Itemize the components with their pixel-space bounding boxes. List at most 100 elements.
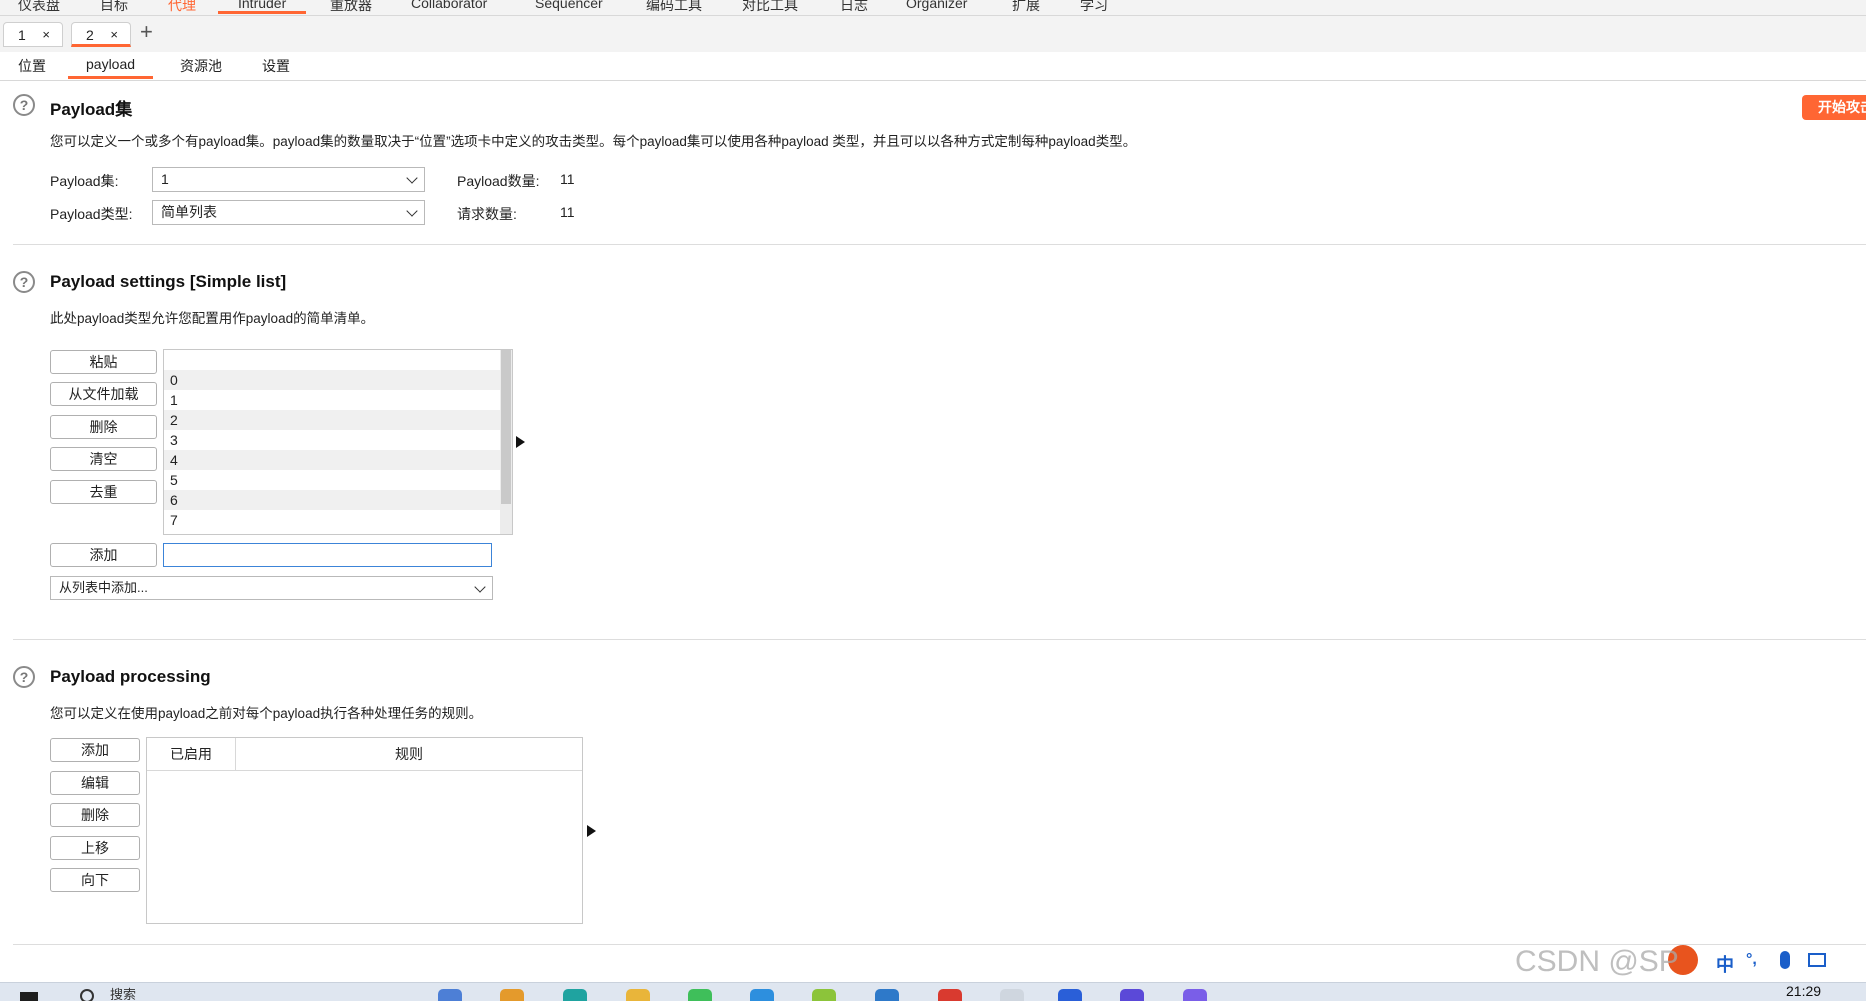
add-payload-input[interactable]: [163, 543, 492, 567]
vs-icon[interactable]: [1183, 989, 1207, 1001]
wps-icon[interactable]: [938, 989, 962, 1001]
request-count-value: 11: [560, 204, 575, 220]
move-up-button[interactable]: 上移: [50, 836, 140, 860]
payload-set-select[interactable]: 1: [152, 167, 425, 192]
list-item[interactable]: 4: [164, 450, 500, 470]
chrome-icon[interactable]: [500, 989, 524, 1001]
pdf-icon[interactable]: [1058, 989, 1082, 1001]
expand-arrow-icon[interactable]: [516, 436, 525, 448]
rules-table[interactable]: 已启用 规则: [146, 737, 583, 924]
menu-target[interactable]: 目标: [100, 0, 128, 15]
menu-organizer[interactable]: Organizer: [906, 0, 967, 11]
tab-resource-pool[interactable]: 资源池: [162, 56, 240, 80]
maps-icon[interactable]: [750, 989, 774, 1001]
chevron-down-icon: [406, 172, 418, 184]
payload-settings-title: Payload settings [Simple list]: [50, 272, 287, 291]
instance-tab-2[interactable]: 2 ×: [71, 22, 131, 47]
add-from-list-select[interactable]: 从列表中添加...: [50, 576, 493, 600]
list-scrollbar[interactable]: [500, 350, 512, 534]
instance-tab-1[interactable]: 1 ×: [3, 22, 63, 47]
payload-processing-title: Payload processing: [50, 667, 211, 686]
clear-button[interactable]: 清空: [50, 447, 157, 471]
scrollbar-thumb[interactable]: [501, 350, 511, 504]
chevron-down-icon: [406, 205, 418, 217]
menu-proxy[interactable]: 代理: [168, 0, 196, 15]
add-button[interactable]: 添加: [50, 543, 157, 567]
keyboard-icon[interactable]: [1808, 953, 1826, 967]
app-icon[interactable]: [812, 989, 836, 1001]
deduplicate-button[interactable]: 去重: [50, 480, 157, 504]
new-tab-button[interactable]: +: [140, 19, 153, 45]
add-from-list-value: 从列表中添加...: [59, 580, 148, 595]
list-item[interactable]: 1: [164, 390, 500, 410]
list-item[interactable]: 3: [164, 430, 500, 450]
load-from-file-button[interactable]: 从文件加载: [50, 382, 157, 406]
remove-button[interactable]: 删除: [50, 415, 157, 439]
close-icon[interactable]: ×: [110, 23, 118, 47]
edge-icon[interactable]: [563, 989, 587, 1001]
remove-rule-button[interactable]: 删除: [50, 803, 140, 827]
ime-language[interactable]: 中: [1716, 951, 1734, 977]
payload-type-select[interactable]: 简单列表: [152, 200, 425, 225]
help-icon[interactable]: ?: [13, 271, 35, 293]
sub-tab-bar: 位置 payload 资源池 设置: [0, 52, 1866, 81]
payload-sets-description: 您可以定义一个或多个有payload集。payload集的数量取决于“位置”选项…: [50, 134, 1137, 149]
watermark: CSDN @SP: [1515, 945, 1679, 978]
tab-payloads[interactable]: payload: [68, 56, 154, 79]
chevron-down-icon: [474, 581, 486, 593]
menu-intruder[interactable]: Intruder: [218, 0, 307, 14]
list-item[interactable]: 5: [164, 470, 500, 490]
mail-app-icon[interactable]: [438, 989, 462, 1001]
payload-set-label: Payload集:: [50, 173, 119, 189]
payload-count-label: Payload数量:: [457, 173, 540, 189]
menu-repeater[interactable]: 重放器: [330, 0, 372, 15]
payload-type-value: 简单列表: [161, 204, 217, 220]
column-rule[interactable]: 规则: [236, 738, 582, 770]
table-header: 已启用 规则: [147, 738, 582, 771]
list-item[interactable]: 0: [164, 370, 500, 390]
close-icon[interactable]: ×: [42, 23, 50, 47]
paste-button[interactable]: 粘贴: [50, 350, 157, 374]
payload-settings-description: 此处payload类型允许您配置用作payload的简单清单。: [50, 311, 375, 326]
wechat-icon[interactable]: [688, 989, 712, 1001]
instance-tab-label: 1: [18, 27, 26, 43]
app-icon-2[interactable]: [1000, 989, 1024, 1001]
divider: [13, 244, 1866, 245]
ime-toolbar: 中 °,: [1668, 945, 1866, 981]
menu-sequencer[interactable]: Sequencer: [535, 0, 603, 11]
tab-positions[interactable]: 位置: [0, 56, 64, 80]
edit-rule-button[interactable]: 编辑: [50, 771, 140, 795]
store-icon[interactable]: [875, 989, 899, 1001]
payload-sets-title: Payload集: [50, 100, 133, 119]
help-icon[interactable]: ?: [13, 666, 35, 688]
list-item[interactable]: 6: [164, 490, 500, 510]
list-item[interactable]: 7: [164, 510, 500, 530]
menu-extensions[interactable]: 扩展: [1012, 0, 1040, 15]
payload-set-value: 1: [161, 171, 169, 187]
expand-arrow-icon[interactable]: [587, 825, 596, 837]
payload-list[interactable]: 0 1 2 3 4 5 6 7: [163, 349, 513, 535]
help-icon[interactable]: ?: [13, 94, 35, 116]
ime-punctuation[interactable]: °,: [1746, 951, 1757, 969]
menu-learn[interactable]: 学习: [1080, 0, 1108, 15]
taskbar-search-text[interactable]: 搜索: [110, 984, 136, 1001]
app-icon-3[interactable]: [1120, 989, 1144, 1001]
clock-time[interactable]: 21:29: [1786, 983, 1821, 999]
menu-comparer[interactable]: 对比工具: [742, 0, 798, 15]
microphone-icon[interactable]: [1780, 951, 1790, 969]
menu-dashboard[interactable]: 仪表盘: [18, 0, 60, 15]
menu-collaborator[interactable]: Collaborator: [411, 0, 487, 11]
search-icon[interactable]: [80, 989, 94, 1001]
column-enabled[interactable]: 已启用: [147, 738, 236, 770]
move-down-button[interactable]: 向下: [50, 868, 140, 892]
request-count-label: 请求数量:: [457, 206, 517, 222]
add-rule-button[interactable]: 添加: [50, 738, 140, 762]
list-item[interactable]: 2: [164, 410, 500, 430]
top-menu-bar: 仪表盘 目标 代理 Intruder 重放器 Collaborator Sequ…: [0, 0, 1866, 16]
tab-settings[interactable]: 设置: [244, 56, 308, 80]
start-attack-button[interactable]: 开始攻击: [1802, 95, 1866, 120]
menu-logger[interactable]: 日志: [840, 0, 868, 15]
taskbar: 搜索 21:29: [0, 982, 1866, 1001]
folder-icon[interactable]: [626, 989, 650, 1001]
menu-decoder[interactable]: 编码工具: [646, 0, 702, 15]
